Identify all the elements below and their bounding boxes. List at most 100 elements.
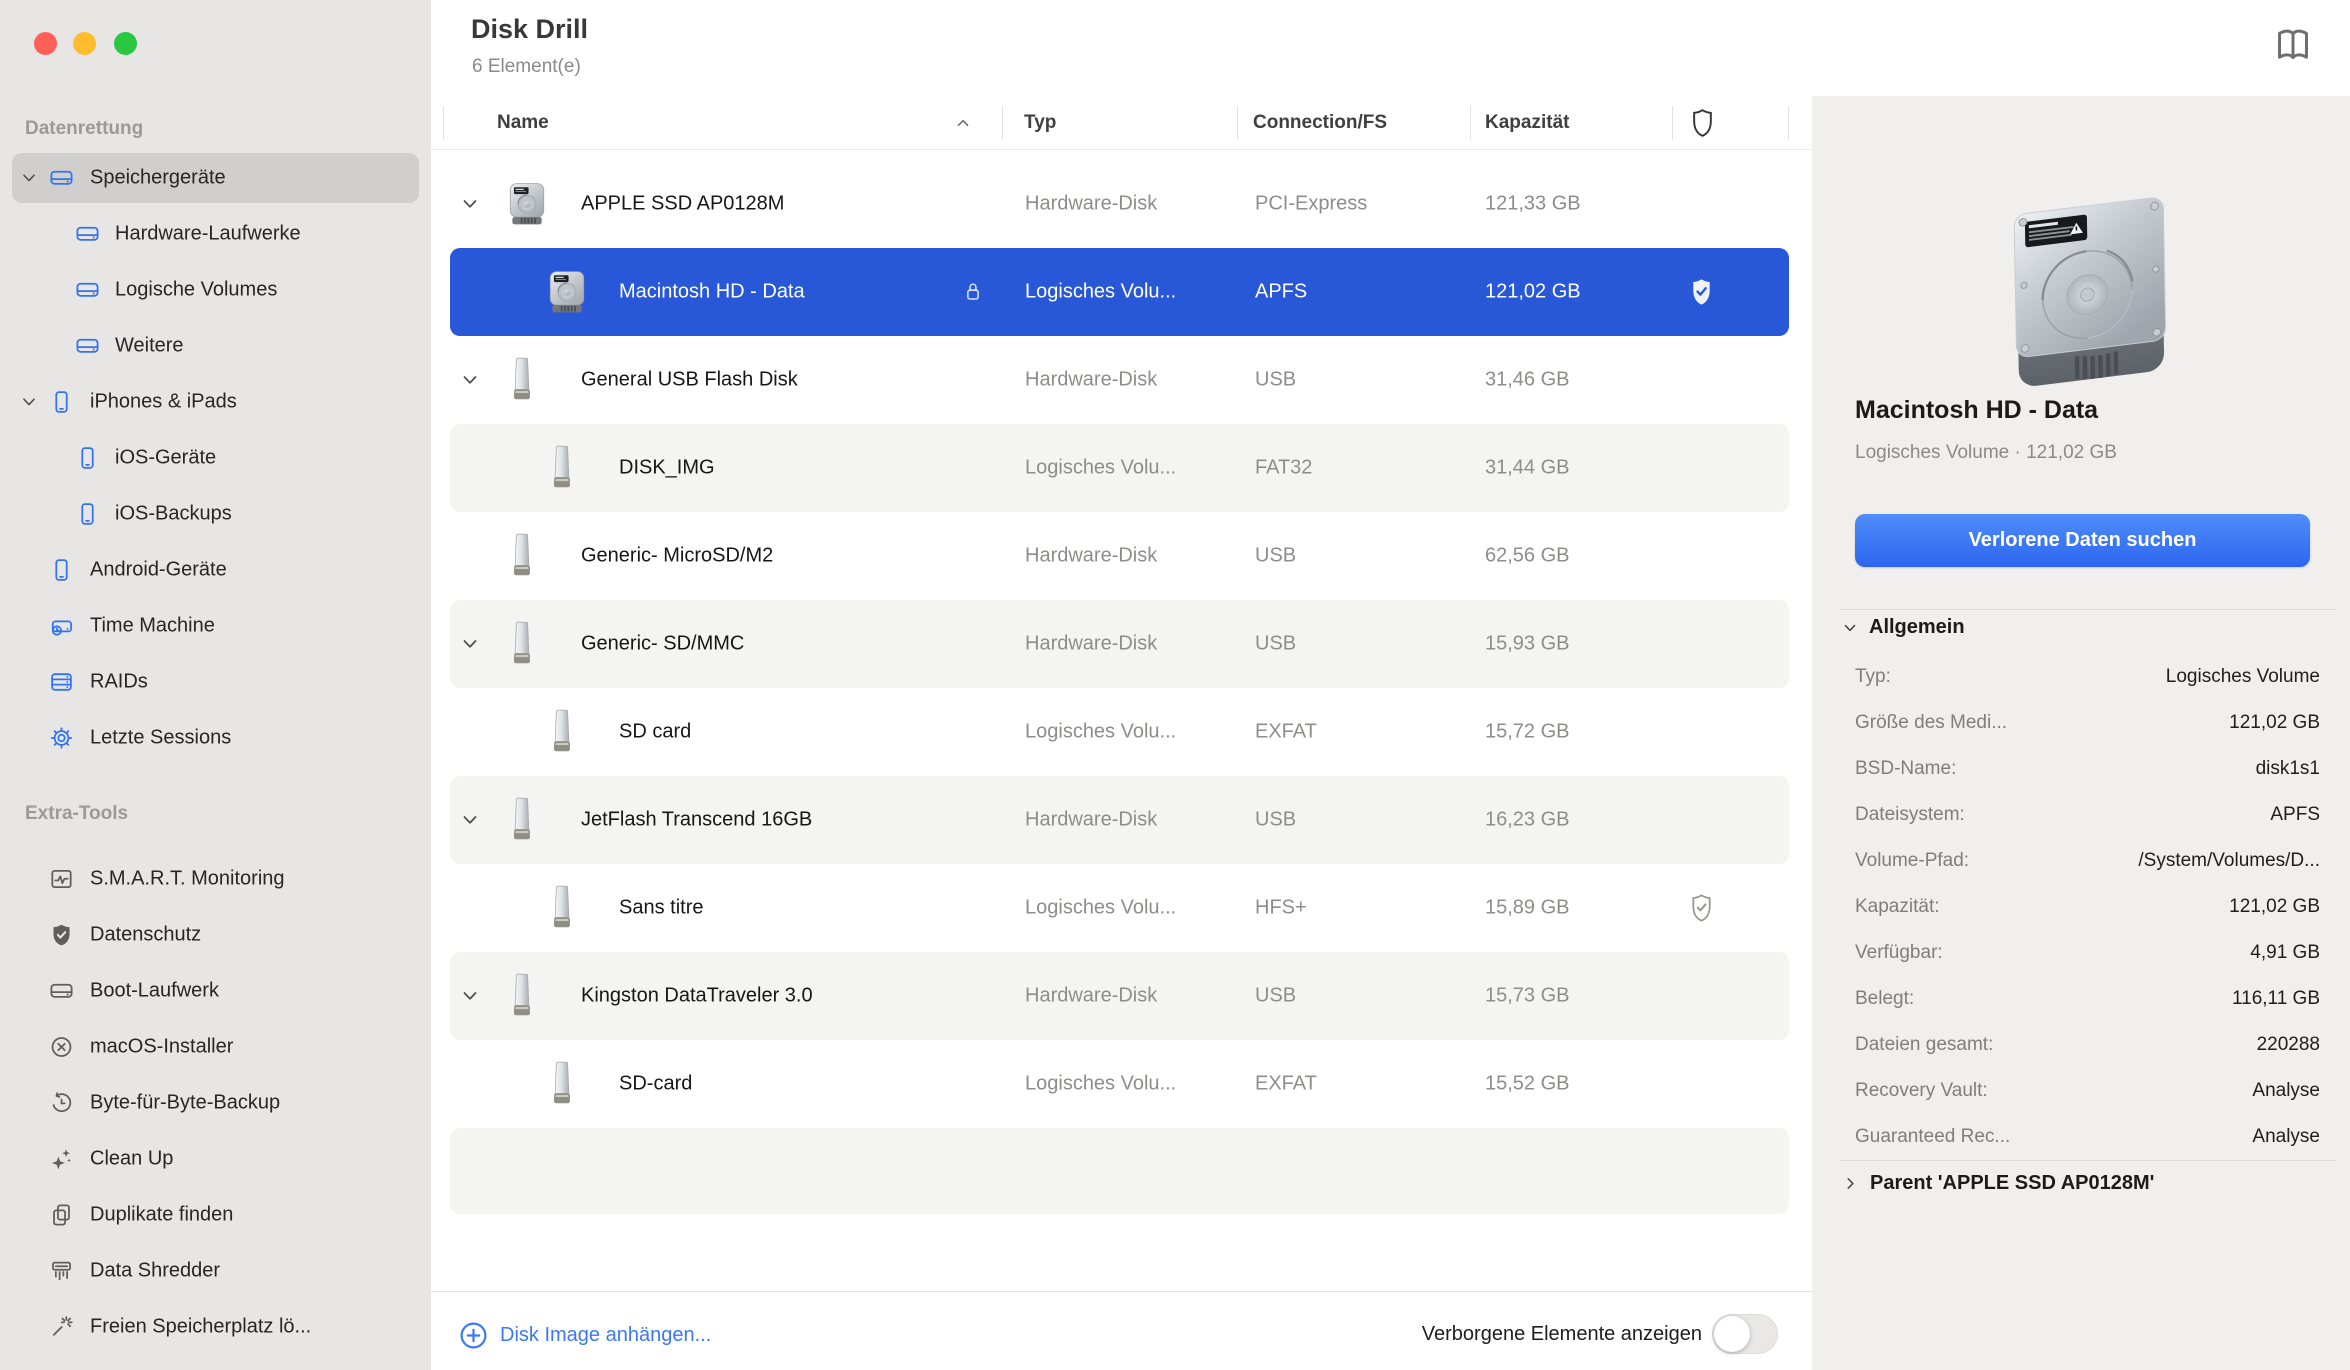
sidebar-item-letzte-sessions[interactable]: Letzte Sessions [0,710,431,766]
detail-value: 121,02 GB [2229,896,2320,917]
sidebar-item-ios-geraete[interactable]: iOS-Geräte [0,430,431,486]
detail-value: 4,91 GB [2250,942,2320,963]
sidebar-item-logische-volumes[interactable]: Logische Volumes [0,262,431,318]
gear-icon [49,726,74,751]
sidebar-item-label: Speichergeräte [90,166,226,189]
detail-row: Volume-Pfad: /System/Volumes/D... [1855,838,2320,884]
detail-row: Kapazität: 121,02 GB [1855,884,2320,930]
chevron-down-icon[interactable] [458,368,482,392]
parent-label: Parent 'APPLE SSD AP0128M' [1870,1172,2155,1194]
table-row[interactable]: SD card Logisches Volu... EXFAT 15,72 GB [450,688,1789,776]
sidebar-item-label: Time Machine [90,614,215,637]
sidebar-item-boot-laufwerk[interactable]: Boot-Laufwerk [0,963,431,1019]
row-capacity: 15,93 GB [1485,632,1570,655]
help-book-icon[interactable] [2272,24,2314,66]
chevron-down-icon[interactable] [458,192,482,216]
table-row[interactable]: JetFlash Transcend 16GB Hardware-Disk US… [450,776,1789,864]
usb-stick-icon [506,532,538,580]
sidebar-item-label: macOS-Installer [90,1035,234,1058]
sidebar-item-time-machine[interactable]: Time Machine [0,598,431,654]
hard-drive-image [2013,197,2167,386]
table-row-selected[interactable]: Macintosh HD - Data Logisches Volu... AP… [450,248,1789,336]
sidebar-item-speichergeraete[interactable]: Speichergeräte [0,150,431,206]
attach-disk-image-link[interactable]: Disk Image anhängen... [458,1315,711,1355]
row-type: Logisches Volu... [1025,1072,1177,1095]
shield-column-icon[interactable] [1689,107,1716,139]
table-row[interactable]: Generic- SD/MMC Hardware-Disk USB 15,93 … [450,600,1789,688]
detail-label: Belegt: [1855,988,1915,1009]
row-name: Kingston DataTraveler 3.0 [581,984,813,1007]
detail-value: Analyse [2252,1080,2320,1101]
shield-check-icon[interactable] [1688,893,1715,924]
sort-ascending-icon[interactable] [952,112,974,134]
shield-check-icon[interactable] [1688,277,1715,308]
column-header-typ[interactable]: Typ [1024,112,1056,134]
table-row[interactable]: General USB Flash Disk Hardware-Disk USB… [450,336,1789,424]
scan-lost-data-button[interactable]: Verlorene Daten suchen [1855,514,2310,567]
table-row-empty [450,1128,1789,1214]
table-row[interactable]: Sans titre Logisches Volu... HFS+ 15,89 … [450,864,1789,952]
chevron-down-icon[interactable] [18,167,40,189]
sidebar-item-freien-speicherplatz[interactable]: Freien Speicherplatz lö... [0,1299,431,1355]
sidebar-item-clean-up[interactable]: Clean Up [0,1131,431,1187]
phone-icon [75,446,100,471]
detail-label: Recovery Vault: [1855,1080,1988,1101]
sidebar-item-iphones-ipads[interactable]: iPhones & iPads [0,374,431,430]
table-row[interactable]: APPLE SSD AP0128M Hardware-Disk PCI-Expr… [450,160,1789,248]
table-row[interactable]: Kingston DataTraveler 3.0 Hardware-Disk … [450,952,1789,1040]
section-allgemein-label: Allgemein [1869,616,1965,638]
row-name: SD card [619,720,692,743]
row-type: Hardware-Disk [1025,632,1158,655]
sidebar-item-raids[interactable]: RAIDs [0,654,431,710]
drive-icon [75,222,100,247]
sidebar-item-datenschutz[interactable]: Datenschutz [0,907,431,963]
row-name: APPLE SSD AP0128M [581,192,785,215]
section-allgemein[interactable]: Allgemein [1840,616,1965,639]
sidebar-item-duplikate-finden[interactable]: Duplikate finden [0,1187,431,1243]
detail-row: Guaranteed Rec... Analyse [1855,1114,2320,1160]
sidebar-item-label: Duplikate finden [90,1203,234,1226]
column-header-kapazitaet[interactable]: Kapazität [1485,112,1569,134]
zoom-window-button[interactable] [114,32,137,55]
sidebar-item-android-geraete[interactable]: Android-Geräte [0,542,431,598]
shredder-icon [49,1259,74,1284]
show-hidden-toggle[interactable] [1712,1314,1778,1354]
sidebar-item-smart-monitoring[interactable]: S.M.A.R.T. Monitoring [0,851,431,907]
sidebar-item-byte-backup[interactable]: Byte-für-Byte-Backup [0,1075,431,1131]
sidebar-item-label: Freien Speicherplatz lö... [90,1315,312,1338]
chevron-down-icon[interactable] [458,984,482,1008]
table-row[interactable]: Generic- MicroSD/M2 Hardware-Disk USB 62… [450,512,1789,600]
sidebar-item-hardware-laufwerke[interactable]: Hardware-Laufwerke [0,206,431,262]
documents-icon [49,1203,74,1228]
row-name: DISK_IMG [619,456,715,479]
minimize-window-button[interactable] [73,32,96,55]
sidebar-item-weitere[interactable]: Weitere [0,318,431,374]
sidebar-item-ios-backups[interactable]: iOS-Backups [0,486,431,542]
row-connection: USB [1255,808,1297,831]
close-window-button[interactable] [34,32,57,55]
phone-icon [49,390,74,415]
column-header-connection[interactable]: Connection/FS [1253,112,1387,134]
table-row[interactable]: DISK_IMG Logisches Volu... FAT32 31,44 G… [450,424,1789,512]
row-capacity: 121,02 GB [1485,280,1581,303]
parent-disclosure[interactable]: Parent 'APPLE SSD AP0128M' [1841,1172,2154,1195]
sidebar: Datenrettung Speichergeräte Hardware-Lau… [0,0,432,1370]
table-row[interactable]: SD-card Logisches Volu... EXFAT 15,52 GB [450,1040,1789,1128]
sidebar-item-macos-installer[interactable]: macOS-Installer [0,1019,431,1075]
drive-icon [75,334,100,359]
disk-drill-window: Datenrettung Speichergeräte Hardware-Lau… [0,0,2350,1370]
detail-value: Analyse [2252,1126,2320,1147]
row-name: Generic- SD/MMC [581,632,745,655]
detail-label: Volume-Pfad: [1855,850,1970,871]
chevron-down-icon[interactable] [458,632,482,656]
sidebar-item-label: Byte-für-Byte-Backup [90,1091,281,1114]
detail-label: Kapazität: [1855,896,1940,917]
sidebar-item-data-shredder[interactable]: Data Shredder [0,1243,431,1299]
usb-stick-icon [546,1060,578,1108]
column-header-name[interactable]: Name [497,112,549,134]
chevron-down-icon[interactable] [18,391,40,413]
chevron-down-icon[interactable] [458,808,482,832]
usb-stick-icon [506,620,538,668]
row-capacity: 31,46 GB [1485,368,1570,391]
row-name: SD-card [619,1072,693,1095]
